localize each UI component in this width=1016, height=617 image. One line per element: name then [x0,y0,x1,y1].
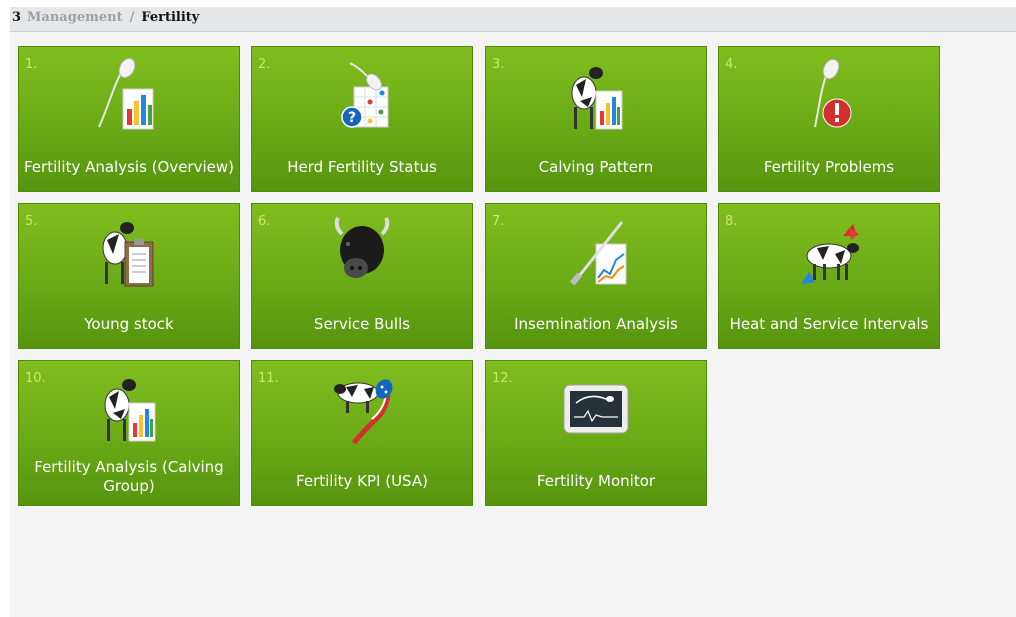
tile-insemination-analysis[interactable]: 7. Insemination Analysis [485,203,707,349]
tile-label: Fertility Analysis (Overview) [23,157,234,176]
tile-label: Calving Pattern [538,157,654,176]
tile-label: Herd Fertility Status [287,157,437,176]
tile-label: Heat and Service Intervals [729,314,929,333]
sperm-chart-icon [19,57,239,135]
tile-fertility-monitor[interactable]: 12. Fertility Monitor [485,360,707,506]
tile-service-bulls[interactable]: 6. Service Bulls [251,203,473,349]
tile-label: Young stock [84,314,174,333]
tiles-panel: 1. Fertility Analysis (Overview) 2. ? He… [10,32,1016,617]
monitor-icon [486,371,706,449]
tile-label: Fertility KPI (USA) [296,471,428,490]
cow-arrows-icon [719,214,939,292]
svg-text:?: ? [348,110,356,126]
breadcrumb-link-management[interactable]: Management [27,10,123,25]
tile-fertility-problems[interactable]: 4. Fertility Problems [718,46,940,192]
tile-fertility-analysis-overview[interactable]: 1. Fertility Analysis (Overview) [18,46,240,192]
sperm-warning-icon [719,57,939,135]
tile-label: Fertility Problems [763,157,895,176]
cow-chart-icon [486,57,706,135]
tile-herd-fertility-status[interactable]: 2. ? Herd Fertility Status [251,46,473,192]
breadcrumb: 3 Management / Fertility [10,7,1016,32]
tile-heat-and-service-intervals[interactable]: 8. Heat and Service Intervals [718,203,940,349]
cow-clipboard-icon [19,214,239,292]
insemination-chart-icon [486,214,706,292]
tile-label: Service Bulls [313,314,411,333]
tile-calving-pattern[interactable]: 3. Calving Pattern [485,46,707,192]
sperm-calendar-question-icon: ? [252,57,472,135]
tile-young-stock[interactable]: 5. Young stock [18,203,240,349]
breadcrumb-separator: / [129,10,135,25]
breadcrumb-number: 3 [12,10,22,25]
tile-label: Fertility Analysis (Calving Group) [34,458,224,495]
breadcrumb-current: Fertility [141,10,200,25]
bull-head-icon [252,214,472,292]
cow-chart-icon [19,371,239,449]
tile-label: Insemination Analysis [514,314,678,333]
tile-fertility-analysis-calving-group[interactable]: 10. Fertility Analysis (Calving Group) [18,360,240,506]
tile-fertility-kpi-usa[interactable]: 11. Fertility KPI (USA) [251,360,473,506]
cow-usa-flag-icon [252,371,472,449]
tile-label: Fertility Monitor [536,471,656,490]
